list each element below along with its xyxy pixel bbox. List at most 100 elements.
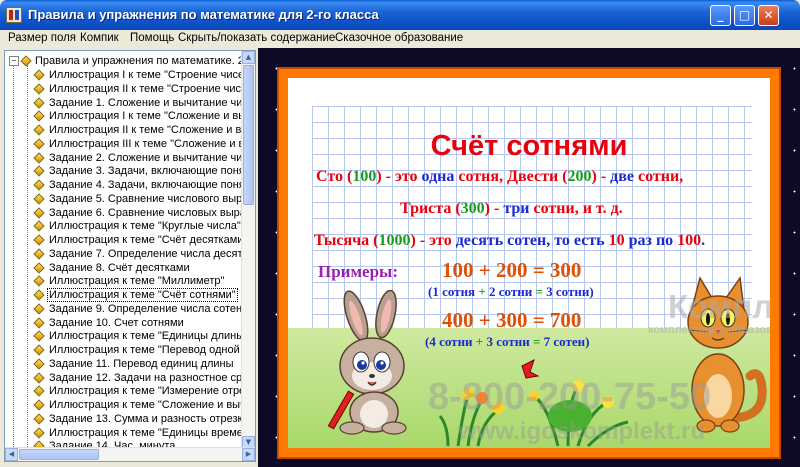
example-note-1: (1 сотня + 2 сотни = 3 сотни) [428, 284, 594, 300]
number-fragment: 200 [567, 168, 592, 185]
diamond-icon [33, 206, 45, 219]
diamond-icon [33, 124, 45, 136]
rule-line-3: Тысяча (1000) - это десять сотен, то ест… [314, 232, 705, 250]
diamond-icon [33, 330, 45, 342]
note-fragment: 3 сотни) [542, 284, 594, 299]
menu-help[interactable]: Помощь [130, 32, 174, 44]
diamond-icon [33, 316, 45, 329]
tree-item-label: Иллюстрация II к теме "Сложение и выч [49, 124, 255, 136]
tree-item-label: Задание 5. Сравнение числового выраж [49, 192, 256, 205]
book-icon [20, 55, 32, 67]
text-fragment: сотня, [454, 168, 508, 185]
rule-line-1: Сто (100) - это одна сотня, Двести (200)… [316, 168, 683, 186]
menu-fairy-education[interactable]: Сказочное образование [335, 32, 463, 44]
diamond-icon [33, 165, 45, 177]
watermark-brand: Комплект [668, 288, 770, 325]
diamond-icon [33, 220, 45, 232]
diamond-icon [33, 303, 45, 315]
tree-item-label: Иллюстрация к теме "Счёт сотнями" [47, 288, 238, 302]
text-fragment: ) - [591, 168, 611, 185]
number-fragment: 1000 [378, 232, 411, 249]
tree-horizontal-scrollbar[interactable]: ◀ ▶ [5, 447, 255, 461]
tree-item-label: Задание 1. Сложение и вычитание чисел [49, 96, 256, 109]
example-note-2: (4 сотни + 3 сотни = 7 сотен) [425, 334, 589, 350]
minus-expander-icon[interactable]: − [9, 56, 19, 66]
tree-item-label: Иллюстрация к теме "Миллиметр" [49, 275, 225, 288]
tree-item-label: Задание 8. Счёт десятками [49, 261, 190, 274]
text-fragment: ) - это [410, 232, 456, 249]
text-fragment: сотни, [633, 168, 684, 185]
diamond-icon [33, 426, 45, 439]
tree-item-label: Иллюстрация к теме "Счёт десятками" [49, 234, 248, 246]
slide-frame: Счёт сотнями Сто (100) - это одна сотня,… [277, 67, 781, 459]
tree-item-label: Задание 10. Счет сотнями [49, 316, 184, 329]
watermark-site: www.igoskomplekt.ru [458, 418, 706, 445]
minimize-button[interactable]: _ [710, 5, 731, 26]
close-button[interactable]: ✕ [758, 5, 779, 26]
text-fragment: Триста ( [400, 200, 461, 217]
diamond-icon [33, 261, 45, 274]
note-fragment: (1 сотня [428, 284, 479, 299]
menu-compik[interactable]: Компик [80, 32, 119, 44]
tree-item-label: Задание 7. Определение числа десятко [49, 247, 254, 260]
maximize-button[interactable]: □ [734, 5, 755, 26]
abacus-icon[interactable] [6, 7, 22, 23]
diamond-icon [33, 371, 45, 384]
word-fragment: . [701, 232, 706, 249]
menu-field-size[interactable]: Размер поля [8, 32, 76, 44]
contents-tree[interactable]: − Правила и упражнения по математике. 2 … [4, 50, 256, 462]
scroll-thumb[interactable] [243, 65, 254, 205]
number-fragment: 100 [352, 168, 377, 185]
rule-line-2: Триста (300) - три сотни, и т. д. [400, 200, 623, 218]
lesson-viewer: Счёт сотнями Сто (100) - это одна сотня,… [258, 48, 800, 467]
diamond-icon [33, 110, 45, 122]
tree-vertical-scrollbar[interactable]: ▲ ▼ [241, 51, 255, 449]
example-equation-1: 100 + 200 = 300 [442, 258, 582, 282]
word-fragment: три [503, 200, 530, 217]
examples-label: Примеры: [318, 262, 398, 281]
scroll-right-arrow-icon[interactable]: ▶ [242, 448, 255, 461]
word-fragment: сотен, то есть [503, 232, 609, 249]
tree-item-label: Иллюстрация к теме "Единицы длины" [49, 330, 249, 343]
tree-item-label: Задание 4. Задачи, включающие поняти [49, 179, 256, 191]
tree-item-label: Задание 13. Сумма и разность отрезков [49, 412, 255, 425]
scroll-up-arrow-icon[interactable]: ▲ [242, 51, 255, 64]
number-fragment: 10 [608, 232, 625, 249]
diamond-icon [33, 138, 45, 150]
tree-item-label: Задание 11. Перевод единиц длины [49, 357, 234, 370]
diamond-icon [33, 275, 45, 287]
word-fragment: две [610, 168, 634, 185]
diamond-icon [33, 385, 45, 397]
diamond-icon [33, 179, 45, 191]
text-fragment: Двести ( [507, 168, 568, 185]
text-fragment: ) - это [376, 168, 422, 185]
tree-item-label: Задание 12. Задачи на разностное срав [49, 371, 255, 384]
title-bar[interactable]: Правила и упражнения по математике для 2… [0, 0, 800, 30]
menu-bar: Размер поля Компик Помощь Скрыть/показат… [0, 30, 800, 48]
menu-toggle-contents[interactable]: Скрыть/показать содержание [178, 32, 335, 44]
tree-item-label: Задание 3. Задачи, включающие поняти [49, 165, 256, 178]
slide-title: Счёт сотнями [430, 130, 628, 162]
number-fragment: 100 [677, 232, 702, 249]
tree-item-label: Иллюстрация к теме "Круглые числа" [49, 220, 241, 233]
scroll-left-arrow-icon[interactable]: ◀ [5, 448, 18, 461]
lesson-slide: Счёт сотнями Сто (100) - это одна сотня,… [288, 78, 770, 448]
tree-connector-line [27, 65, 28, 461]
diamond-icon [33, 96, 45, 109]
word-fragment: десять [455, 232, 504, 249]
tree-item-label: Иллюстрация II к теме "Строение чисел [49, 82, 254, 95]
text-fragment: Сто ( [316, 168, 353, 185]
number-fragment: 300 [460, 200, 485, 217]
bunny-illustration [327, 290, 407, 435]
diamond-icon [33, 399, 45, 411]
diamond-icon [33, 344, 45, 356]
operator-fragment: + [478, 284, 486, 299]
tree-item-label: Иллюстрация к теме "Перевод одной ед [49, 344, 256, 356]
scroll-thumb-horizontal[interactable] [19, 449, 99, 460]
watermark-phone: 8-800-200-75-50 [428, 376, 712, 418]
example-equation-2: 400 + 300 = 700 [442, 308, 582, 332]
note-fragment: 3 сотни [483, 334, 533, 349]
diamond-icon [33, 413, 45, 425]
tree-item-label: Иллюстрация к теме "Единицы времени [49, 426, 256, 439]
tree-item-label: Задание 6. Сравнение числовых выраже [49, 206, 256, 219]
